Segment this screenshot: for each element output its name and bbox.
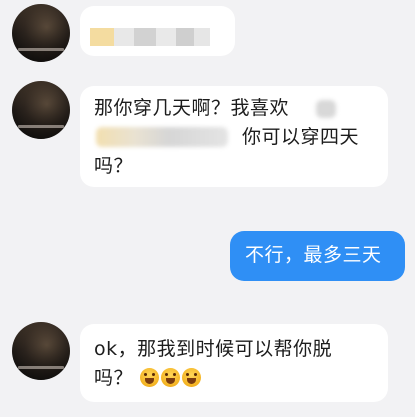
message-line-1: ok，那我到时候可以帮你脱 [94, 335, 388, 364]
contact-avatar[interactable] [12, 4, 70, 62]
contact-avatar[interactable] [12, 81, 70, 139]
message-bubble-2[interactable]: 那你穿几天啊？我喜欢 你可以穿四天 吗？ [80, 86, 388, 187]
censor-blur [316, 100, 336, 118]
censor-blur [96, 127, 228, 147]
message-text: 那你穿几天啊？我喜欢 [94, 97, 290, 119]
message-text: 不行，最多三天 [245, 244, 382, 266]
avatar-shade [12, 4, 70, 62]
message-text: 吗？ [94, 367, 134, 389]
censor-mosaic [90, 28, 210, 46]
avatar-caption [18, 125, 64, 128]
avatar-shade [12, 81, 70, 139]
message-text: 吗？ [94, 155, 134, 177]
message-text: 你可以穿四天 [242, 126, 360, 148]
avatar-caption [18, 366, 64, 369]
contact-avatar[interactable] [12, 322, 70, 380]
scared-face-emoji-icon [139, 368, 159, 387]
avatar-shade [12, 322, 70, 380]
message-line-3: 吗？ [94, 152, 388, 181]
scared-face-emoji-icon [160, 368, 180, 387]
message-text: ok，那我到时候可以帮你脱 [94, 338, 333, 360]
message-line-2: 你可以穿四天 [94, 123, 388, 152]
message-line-2: 吗？ [94, 364, 388, 393]
message-bubble-4[interactable]: ok，那我到时候可以帮你脱 吗？ [80, 324, 388, 402]
message-bubble-outgoing[interactable]: 不行，最多三天 [230, 231, 405, 281]
avatar-caption [18, 48, 64, 51]
message-line-1: 那你穿几天啊？我喜欢 [94, 94, 388, 123]
message-bubble-censored[interactable] [80, 6, 235, 56]
scared-face-emoji-icon [181, 368, 201, 387]
